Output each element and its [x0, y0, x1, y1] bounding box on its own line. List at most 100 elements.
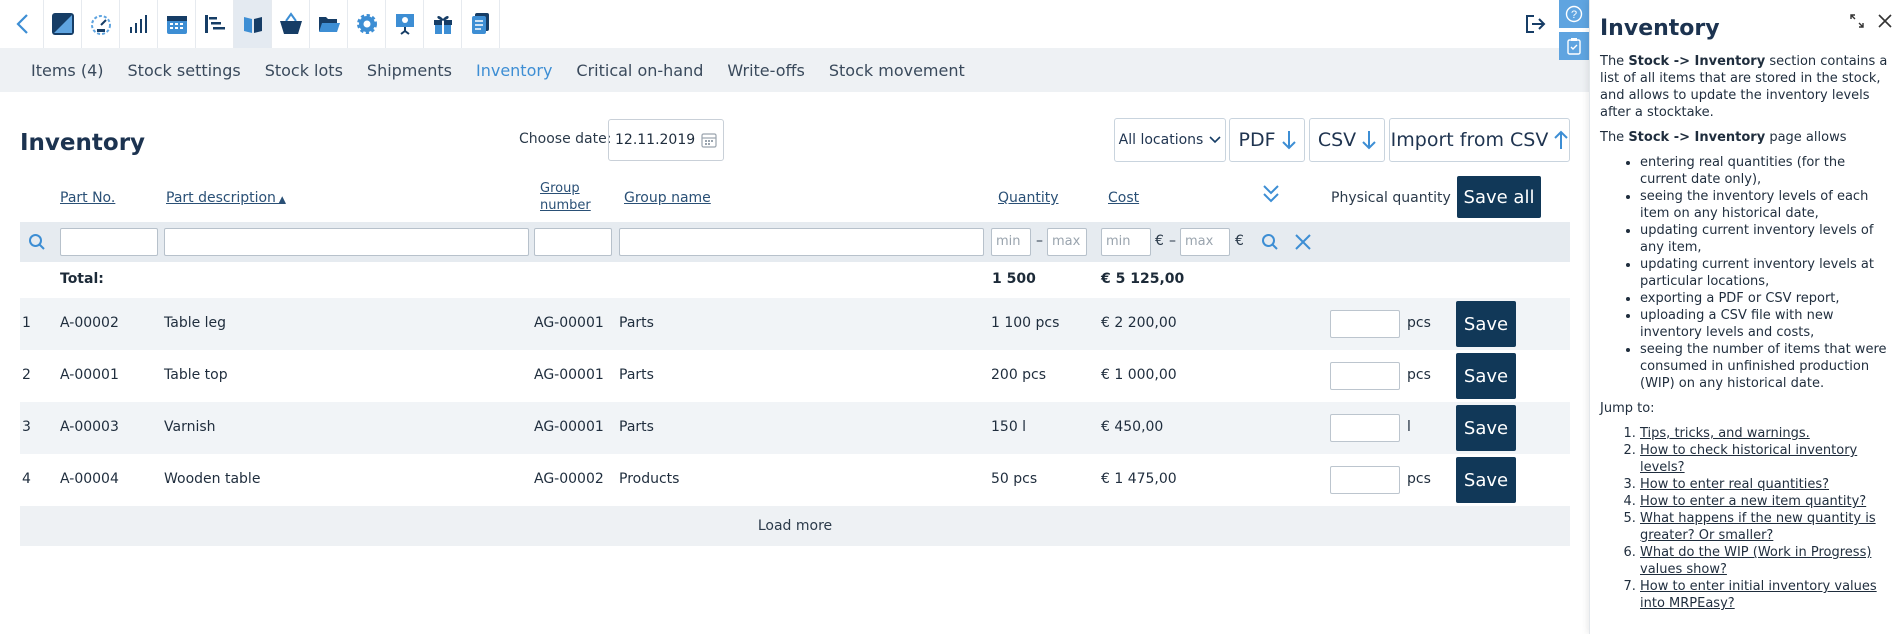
mrpeasy-logo-icon[interactable]: [44, 0, 82, 48]
folder-icon[interactable]: [310, 0, 348, 48]
tab-stock-movement[interactable]: Stock movement: [829, 61, 965, 80]
help-link[interactable]: What do the WIP (Work in Progress) value…: [1640, 544, 1892, 578]
filter-row: min – max min € – max €: [20, 222, 1570, 262]
stats-icon[interactable]: [120, 0, 158, 48]
tab-stock-settings[interactable]: Stock settings: [128, 61, 241, 80]
filter-quantity-min-input[interactable]: min: [991, 228, 1031, 256]
expand-icon[interactable]: [1850, 14, 1864, 28]
gantt-icon[interactable]: [196, 0, 234, 48]
help-bullet: entering real quantities (for the curren…: [1640, 154, 1892, 188]
col-group-number[interactable]: Group number: [540, 180, 600, 214]
search-icon[interactable]: [1261, 233, 1279, 251]
help-intro-pre: The: [1600, 54, 1629, 69]
col-part-description[interactable]: Part description ▲: [166, 190, 286, 206]
part-no[interactable]: A-00001: [60, 367, 119, 383]
help-link[interactable]: What happens if the new quantity is grea…: [1640, 510, 1892, 544]
locations-select[interactable]: All locations: [1114, 118, 1226, 162]
help-intro-bold: Stock -> Inventory: [1628, 54, 1766, 69]
part-no[interactable]: A-00004: [60, 471, 119, 487]
import-csv-button[interactable]: Import from CSV: [1389, 118, 1570, 162]
help-intro: The Stock -> Inventory section contains …: [1600, 53, 1892, 121]
group-number: AG-00001: [534, 315, 604, 331]
col-quantity[interactable]: Quantity: [998, 190, 1059, 206]
col-part-no[interactable]: Part No.: [60, 190, 115, 206]
close-icon[interactable]: [1294, 233, 1312, 251]
csv-export-button[interactable]: CSV: [1309, 118, 1385, 162]
part-description[interactable]: Wooden table: [164, 471, 260, 487]
page-title: Inventory: [20, 130, 146, 156]
gift-icon[interactable]: [424, 0, 462, 48]
part-no[interactable]: A-00003: [60, 419, 119, 435]
logout-icon[interactable]: [1509, 0, 1561, 48]
book-icon[interactable]: [234, 0, 272, 48]
calendar-picker-icon[interactable]: [701, 132, 717, 148]
help-icon[interactable]: ?: [1559, 0, 1589, 28]
cost: € 2 200,00: [1101, 315, 1177, 331]
col-group-name[interactable]: Group name: [624, 190, 711, 206]
physical-quantity-input[interactable]: [1330, 466, 1400, 494]
basket-icon[interactable]: [272, 0, 310, 48]
part-description[interactable]: Table leg: [164, 315, 226, 331]
filter-part-no-input[interactable]: [60, 228, 158, 256]
arrow-up-icon: [1554, 130, 1569, 149]
filter-cost-min-input[interactable]: min: [1101, 228, 1151, 256]
document-icon[interactable]: [462, 0, 500, 48]
physical-quantity-input[interactable]: [1330, 414, 1400, 442]
range-dash: –: [1036, 233, 1043, 249]
part-no[interactable]: A-00002: [60, 315, 119, 331]
dashboard-icon[interactable]: [82, 0, 120, 48]
unit-label: pcs: [1407, 367, 1431, 383]
presentation-icon[interactable]: [386, 0, 424, 48]
save-all-button[interactable]: Save all: [1457, 176, 1541, 218]
help-link[interactable]: How to enter a new item quantity?: [1640, 493, 1892, 510]
close-icon[interactable]: [1878, 14, 1892, 28]
filter-group-name-input[interactable]: [619, 228, 984, 256]
currency-label: €: [1155, 233, 1164, 249]
back-icon[interactable]: [0, 0, 44, 48]
help-panel-controls: [1850, 14, 1892, 28]
row-number: 2: [22, 367, 31, 383]
save-button[interactable]: Save: [1456, 301, 1516, 347]
help-link[interactable]: Tips, tricks, and warnings.: [1640, 425, 1892, 442]
help-link[interactable]: How to check historical inventory levels…: [1640, 442, 1892, 476]
part-description[interactable]: Varnish: [164, 419, 216, 435]
unit-label: pcs: [1407, 315, 1431, 331]
save-button[interactable]: Save: [1456, 405, 1516, 451]
help-bullets: entering real quantities (for the curren…: [1600, 154, 1892, 392]
tab-stock-lots[interactable]: Stock lots: [265, 61, 343, 80]
physical-quantity-input[interactable]: [1330, 362, 1400, 390]
expand-columns-icon[interactable]: [1262, 184, 1280, 204]
tab-shipments[interactable]: Shipments: [367, 61, 452, 80]
col-cost[interactable]: Cost: [1108, 190, 1139, 206]
physical-quantity-input[interactable]: [1330, 310, 1400, 338]
tab-critical-on-hand[interactable]: Critical on-hand: [576, 61, 703, 80]
pdf-export-button[interactable]: PDF: [1229, 118, 1305, 162]
tab-items[interactable]: Items (4): [31, 61, 104, 80]
cost: € 1 000,00: [1101, 367, 1177, 383]
save-button[interactable]: Save: [1456, 457, 1516, 503]
help-allows-pre: The: [1600, 130, 1629, 145]
unit-label: pcs: [1407, 471, 1431, 487]
tab-inventory[interactable]: Inventory: [476, 61, 552, 80]
settings-icon[interactable]: [348, 0, 386, 48]
filter-cost-max-input[interactable]: max: [1180, 228, 1230, 256]
help-link[interactable]: How to enter real quantities?: [1640, 476, 1892, 493]
filter-group-number-input[interactable]: [534, 228, 612, 256]
load-more-button[interactable]: Load more: [20, 506, 1570, 546]
save-button[interactable]: Save: [1456, 353, 1516, 399]
tab-write-offs[interactable]: Write-offs: [727, 61, 804, 80]
calendar-icon[interactable]: [158, 0, 196, 48]
help-link[interactable]: How to enter initial inventory values in…: [1640, 578, 1892, 612]
help-allows-bold: Stock -> Inventory: [1628, 130, 1766, 145]
clipboard-icon[interactable]: [1559, 32, 1589, 60]
total-quantity: 1 500: [992, 271, 1036, 287]
row-number: 4: [22, 471, 31, 487]
date-input[interactable]: 12.11.2019: [608, 119, 724, 161]
import-label: Import from CSV: [1390, 129, 1549, 151]
filter-quantity-max-input[interactable]: max: [1047, 228, 1087, 256]
part-description[interactable]: Table top: [164, 367, 228, 383]
help-bullet: uploading a CSV file with new inventory …: [1640, 307, 1892, 341]
search-icon: [29, 234, 45, 250]
filter-description-input[interactable]: [164, 228, 529, 256]
